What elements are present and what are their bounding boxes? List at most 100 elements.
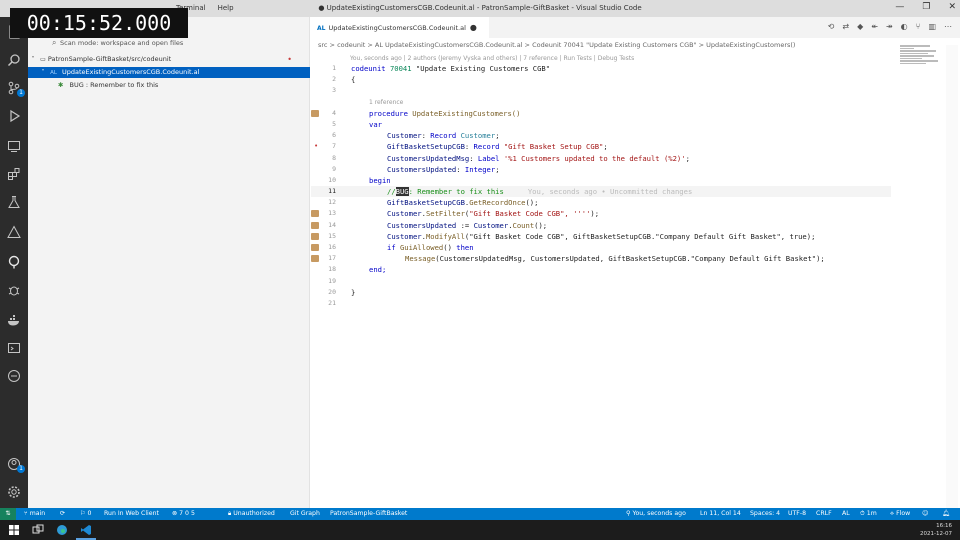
token: "Gift Basket Setup CGB" xyxy=(503,142,604,152)
encoding[interactable]: UTF-8 xyxy=(788,508,806,520)
line-number: 18 xyxy=(328,265,336,274)
code-line: 18 end; xyxy=(311,264,891,275)
git-lens-icon[interactable] xyxy=(7,255,21,269)
codelens-references[interactable]: 1 reference xyxy=(369,97,403,108)
tree-file[interactable]: ˅ AL UpdateExistingCustomersCGB.Codeunit… xyxy=(28,67,310,78)
tab-codeunit[interactable]: AL UpdateExistingCustomersCGB.Codeunit.al… xyxy=(311,17,489,38)
line-number: 16 xyxy=(328,243,336,251)
cursor-position[interactable]: Ln 11, Col 14 xyxy=(700,508,741,520)
scan-mode-filter[interactable]: ⌕ Scan mode: workspace and open files xyxy=(52,38,332,47)
tree-folder[interactable]: ˅ ▭ PatronSample-GiftBasket/src/codeunit… xyxy=(28,54,310,65)
error-count[interactable]: ⚐ 0 xyxy=(80,508,91,520)
run-debug-icon[interactable] xyxy=(7,109,21,123)
line-number: 5 xyxy=(332,119,336,128)
minimap[interactable] xyxy=(900,45,940,75)
problems-label: 7 0 5 xyxy=(179,510,195,517)
next-change-icon[interactable]: ↠ xyxy=(886,22,893,31)
chevron-down-icon: ˅ xyxy=(31,56,35,63)
workspace-label[interactable]: PatronSample-GiftBasket xyxy=(330,508,407,520)
token: Customer xyxy=(473,220,509,230)
problems-indicator[interactable]: ⊗ 7 0 5 xyxy=(172,508,195,520)
git-graph-button[interactable]: Git Graph xyxy=(290,508,320,520)
more-actions-icon[interactable]: ⋯ xyxy=(944,22,952,31)
al-objects-icon[interactable] xyxy=(7,225,21,239)
run-web-client-button[interactable]: Run In Web Client xyxy=(104,508,159,520)
remote-explorer-icon[interactable] xyxy=(7,139,21,153)
accounts-badge: 1 xyxy=(17,465,25,473)
token: Customer xyxy=(387,231,422,241)
chevron-down-icon: ˅ xyxy=(41,69,45,76)
scan-mode-label: Scan mode: workspace and open files xyxy=(60,39,184,47)
bug-label: BUG : Remember to fix this xyxy=(69,81,159,89)
minimize-button[interactable]: — xyxy=(895,2,904,12)
code-line: 8 CustomersUpdatedMsg: Label '%1 Customer… xyxy=(311,153,891,164)
token: CustomersUpdatedMsg xyxy=(387,153,470,163)
indentation[interactable]: Spaces: 4 xyxy=(750,508,780,520)
activity-bar: 1 1 xyxy=(0,17,28,508)
tab-label: UpdateExistingCustomersCGB.Codeunit.al xyxy=(328,24,466,32)
previous-change-icon[interactable]: ↞ xyxy=(871,22,878,31)
tree-bug-item[interactable]: ✱ BUG : Remember to fix this xyxy=(28,80,310,91)
line-number: 15 xyxy=(328,231,336,240)
token: SetFilter xyxy=(425,209,465,219)
close-button[interactable]: ✕ xyxy=(948,2,956,12)
code-line: 19 xyxy=(311,276,891,287)
system-clock[interactable]: 16:16 2021-12-07 xyxy=(920,522,952,538)
line-number: 9 xyxy=(332,164,336,173)
status-bar: ⇅ ⑂ main ⟳ ⚐ 0 Run In Web Client ⊗ 7 0 5… xyxy=(0,508,960,520)
testing-icon[interactable] xyxy=(7,195,21,209)
flow-status[interactable]: ⟡ Flow xyxy=(890,508,910,520)
task-view-icon[interactable] xyxy=(32,524,44,536)
auth-status[interactable]: 🔒︎ Unauthorized xyxy=(228,508,275,520)
history-icon[interactable]: ⟲ xyxy=(828,22,835,31)
remote-indicator-icon[interactable]: ⇅ xyxy=(0,508,16,520)
diamond-icon[interactable]: ◆ xyxy=(857,22,863,31)
folder-label: PatronSample-GiftBasket/src/codeunit xyxy=(47,55,172,63)
git-icon[interactable]: ⑂ xyxy=(916,22,921,31)
token: Record xyxy=(430,131,457,141)
code-line: 17 Message(CustomersUpdatedMsg, Customers… xyxy=(311,253,891,264)
end-of-line[interactable]: CRLF xyxy=(816,508,832,520)
sync-icon[interactable]: ⟳ xyxy=(60,508,65,520)
sidebar-bug-explorer: ⌕ Scan mode: workspace and open files ˅ … xyxy=(28,17,310,508)
blame-status[interactable]: ⚲ You, seconds ago xyxy=(626,508,686,520)
modified-dot-icon[interactable]: ● xyxy=(470,23,477,32)
clock-time: 16:16 xyxy=(936,523,952,529)
gitlens-history-icon[interactable] xyxy=(7,369,21,383)
branch-status[interactable]: ⑂ main xyxy=(24,508,45,520)
line-number: 7 xyxy=(332,142,336,151)
breadcrumb[interactable]: src > codeunit > AL UpdateExistingCustom… xyxy=(318,41,795,49)
vscode-window: 00:15:52.000 Terminal Help ● UpdateExist… xyxy=(0,0,960,540)
code-line: 6 Customer: Record Customer; xyxy=(311,130,891,141)
extensions-icon[interactable] xyxy=(7,167,21,181)
source-control-badge: 1 xyxy=(17,89,25,97)
open-changes-icon[interactable]: ◐ xyxy=(901,22,908,31)
settings-gear-icon[interactable] xyxy=(7,485,21,499)
vscode-taskbar-icon[interactable] xyxy=(80,524,92,536)
codelens-top[interactable]: You, seconds ago | 2 authors (Jeremy Vys… xyxy=(350,55,634,62)
docker-icon[interactable] xyxy=(7,313,21,327)
timer-label: 1m xyxy=(866,510,877,517)
code-line: 5 var xyxy=(311,119,891,130)
line-number: 2 xyxy=(332,75,336,84)
edge-browser-icon[interactable] xyxy=(56,524,68,536)
token: GetRecordOnce xyxy=(469,198,526,208)
search-icon[interactable] xyxy=(7,53,21,67)
clock-date: 2021-12-07 xyxy=(920,531,952,537)
bug-explorer-icon[interactable] xyxy=(7,283,21,297)
line-number: 10 xyxy=(328,175,336,184)
line-number: 19 xyxy=(328,276,336,285)
editor-scrollbar[interactable] xyxy=(946,45,958,508)
timer-status[interactable]: ⏱ 1m xyxy=(860,508,877,520)
code-editor[interactable]: 1 codeunit 70041 "Update Existing Custome… xyxy=(311,63,891,309)
feedback-icon[interactable]: ☺ xyxy=(922,508,928,520)
notifications-icon[interactable]: 🔔︎ xyxy=(942,508,950,520)
split-editor-icon[interactable]: ▥ xyxy=(928,22,936,31)
compare-icon[interactable]: ⇄ xyxy=(842,22,849,31)
token: var xyxy=(369,119,382,129)
language-mode[interactable]: AL xyxy=(842,508,850,520)
restore-button[interactable]: ❐ xyxy=(922,2,930,12)
token: Label xyxy=(477,153,500,163)
windows-start-icon[interactable] xyxy=(8,524,20,536)
terminal-panel-icon[interactable] xyxy=(7,341,21,355)
